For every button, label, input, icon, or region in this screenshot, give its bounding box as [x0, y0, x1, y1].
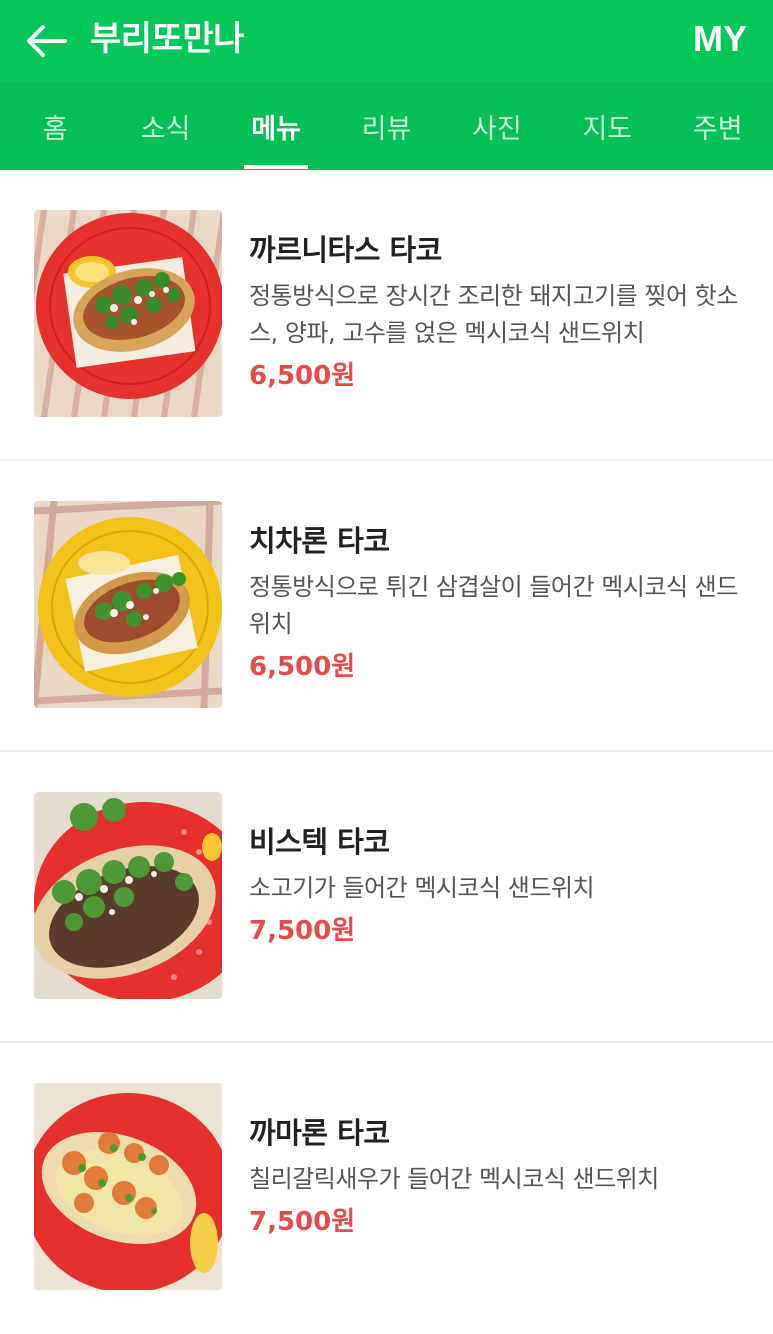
page-title: 부리또만나 [90, 19, 244, 59]
menu-item[interactable]: 치차론 타코 정통방식으로 튀긴 삼겹살이 들어간 멕시코식 샌드위치 6,50… [0, 461, 773, 752]
back-button[interactable] [22, 17, 70, 65]
tab-home[interactable]: 홈 [0, 82, 110, 170]
menu-item-description: 정통방식으로 장시간 조리한 돼지고기를 찢어 핫소스, 양파, 고수를 얹은 … [249, 282, 738, 347]
menu-item-price: 6,500원 [249, 652, 356, 682]
menu-list: 까르니타스 타코 정통방식으로 장시간 조리한 돼지고기를 찢어 핫소스, 양파… [0, 170, 773, 1334]
menu-item-description: 정통방식으로 튀긴 삼겹살이 들어간 멕시코식 샌드위치 [249, 573, 738, 638]
menu-item-price: 7,500원 [249, 916, 356, 946]
menu-item-name: 치차론 타코 [249, 524, 390, 558]
tab-bar: 홈 소식 메뉴 리뷰 사진 지도 주변 [0, 82, 773, 170]
tab-news[interactable]: 소식 [110, 82, 220, 170]
menu-item[interactable]: 까마론 타코 칠리갈릭새우가 들어간 멕시코식 샌드위치 7,500원 [0, 1043, 773, 1334]
menu-item-photo [34, 1083, 222, 1290]
menu-item-description: 소고기가 들어간 멕시코식 샌드위치 [249, 874, 595, 902]
tab-reviews[interactable]: 리뷰 [331, 82, 441, 170]
menu-item[interactable]: 까르니타스 타코 정통방식으로 장시간 조리한 돼지고기를 찢어 핫소스, 양파… [0, 170, 773, 461]
menu-item-price: 7,500원 [249, 1207, 356, 1237]
menu-item-info: 치차론 타코 정통방식으로 튀긴 삼겹살이 들어간 멕시코식 샌드위치 6,50… [249, 521, 739, 685]
menu-item-info: 비스텍 타코 소고기가 들어간 멕시코식 샌드위치 7,500원 [249, 822, 739, 949]
menu-item-info: 까마론 타코 칠리갈릭새우가 들어간 멕시코식 샌드위치 7,500원 [249, 1113, 739, 1240]
arrow-left-icon [27, 25, 67, 57]
menu-item-description: 칠리갈릭새우가 들어간 멕시코식 샌드위치 [249, 1165, 659, 1193]
menu-item[interactable]: 비스텍 타코 소고기가 들어간 멕시코식 샌드위치 7,500원 [0, 752, 773, 1043]
menu-item-photo [34, 210, 222, 417]
menu-item-info: 까르니타스 타코 정통방식으로 장시간 조리한 돼지고기를 찢어 핫소스, 양파… [249, 230, 739, 394]
menu-item-price: 6,500원 [249, 361, 356, 391]
top-app-bar: 부리또만나 MY [0, 0, 773, 82]
menu-item-photo [34, 501, 222, 708]
menu-item-name: 비스텍 타코 [249, 825, 390, 859]
tab-map[interactable]: 지도 [552, 82, 662, 170]
menu-item-name: 까마론 타코 [249, 1116, 390, 1150]
tab-nearby[interactable]: 주변 [663, 82, 773, 170]
tab-menu[interactable]: 메뉴 [221, 82, 331, 170]
tab-photos[interactable]: 사진 [442, 82, 552, 170]
menu-item-name: 까르니타스 타코 [249, 233, 442, 267]
my-button[interactable]: MY [693, 14, 747, 64]
menu-item-photo [34, 792, 222, 999]
